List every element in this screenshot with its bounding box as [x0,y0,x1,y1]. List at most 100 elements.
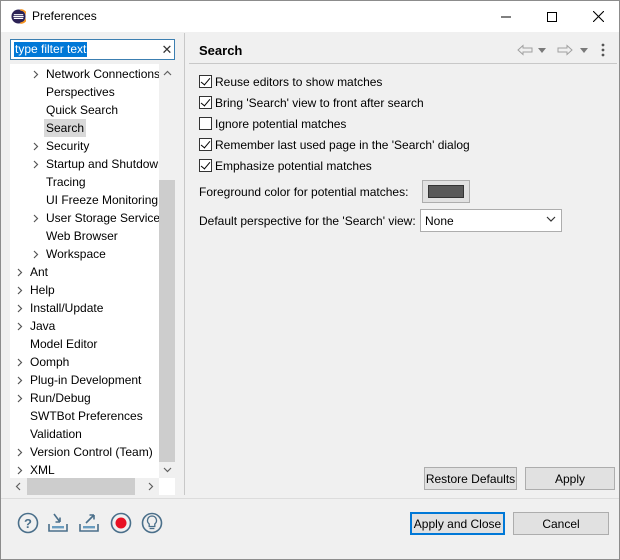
preference-tree: Network Connections Perspectives Quick Sea… [10,64,175,495]
tree-item-label: Startup and Shutdown [46,157,159,171]
emphasize-potential-checkbox[interactable] [199,159,212,172]
chevron-right-icon[interactable] [15,299,25,317]
tree-item[interactable]: SWTBot Preferences [10,407,159,425]
record-icon[interactable] [109,511,133,535]
tree-item[interactable]: Validation [10,425,159,443]
tree-item[interactable]: Help [10,281,159,299]
tree-item[interactable]: Workspace [10,245,159,263]
clear-filter-icon[interactable]: ✕ [160,41,174,58]
bring-to-front-label: Bring 'Search' view to front after searc… [215,95,424,110]
chevron-right-icon[interactable] [15,263,25,281]
reuse-editors-checkbox[interactable] [199,75,212,88]
tree-item[interactable]: Oomph [10,353,159,371]
option-ignore-potential[interactable]: Ignore potential matches [199,115,346,132]
filter-field[interactable]: type filter text ✕ [10,39,175,60]
foreground-color-button[interactable] [422,180,470,203]
apply-button[interactable]: Apply [525,467,615,490]
chevron-down-icon [546,216,556,222]
scroll-right-icon[interactable] [143,478,159,495]
option-remember-last-page[interactable]: Remember last used page in the 'Search' … [199,136,470,153]
chevron-right-icon[interactable] [15,389,25,407]
pane-divider[interactable] [184,33,185,495]
tree-item-label: Search [44,119,87,137]
chevron-right-icon[interactable] [15,461,25,478]
tree-item-label: Ant [30,265,49,279]
eclipse-icon [11,9,26,24]
tree-item-label: User Storage Service [46,211,159,225]
tree-item[interactable]: Model Editor [10,335,159,353]
back-arrow-icon[interactable] [516,41,534,59]
tree-item[interactable]: XML [10,461,159,478]
forward-dropdown-icon[interactable] [578,41,590,59]
chevron-right-icon[interactable] [15,281,25,299]
apply-and-close-button[interactable]: Apply and Close [410,512,505,535]
tree-item[interactable]: Plug-in Development [10,371,159,389]
forward-arrow-icon[interactable] [556,41,574,59]
chevron-right-icon[interactable] [31,65,41,83]
vertical-scroll-thumb[interactable] [159,180,175,462]
bring-to-front-checkbox[interactable] [199,96,212,109]
chevron-right-icon[interactable] [31,209,41,227]
help-icon[interactable]: ? [16,511,40,535]
reuse-editors-label: Reuse editors to show matches [215,74,383,89]
tree-item-label: XML [30,463,55,477]
remember-last-page-checkbox[interactable] [199,138,212,151]
tree-item[interactable]: Web Browser [10,227,159,245]
scroll-left-icon[interactable] [10,478,26,495]
tree-item[interactable]: Ant [10,263,159,281]
cancel-button[interactable]: Cancel [513,512,609,535]
tree-vertical-scrollbar[interactable] [159,64,175,478]
close-button[interactable] [575,1,620,32]
chevron-right-icon[interactable] [15,371,25,389]
tree-item[interactable]: Run/Debug [10,389,159,407]
import-icon[interactable] [46,511,70,535]
tree-item[interactable]: Startup and Shutdown [10,155,159,173]
tip-icon[interactable] [140,511,164,535]
tree-item[interactable]: Security [10,137,159,155]
tree-item-label: Web Browser [46,229,118,243]
perspective-select[interactable]: None [420,209,562,232]
tree-item[interactable]: Version Control (Team) [10,443,159,461]
tree-item[interactable]: Quick Search [10,101,159,119]
tree-item[interactable]: Network Connections [10,65,159,83]
scroll-up-icon[interactable] [159,64,175,81]
horizontal-scroll-thumb[interactable] [27,478,135,495]
chevron-right-icon[interactable] [15,317,25,335]
tree-item-label: SWTBot Preferences [30,409,143,423]
svg-text:?: ? [24,516,32,531]
tree-item[interactable]: UI Freeze Monitoring [10,191,159,209]
maximize-button[interactable] [529,1,575,32]
ignore-potential-checkbox[interactable] [199,117,212,130]
chevron-right-icon[interactable] [15,443,25,461]
chevron-right-icon[interactable] [31,245,41,263]
filter-input[interactable]: type filter text [14,42,88,57]
tree-horizontal-scrollbar[interactable] [10,478,159,495]
perspective-value: None [425,214,454,228]
title-bar: Preferences [1,1,619,32]
export-icon[interactable] [77,511,101,535]
tree-item-label: Help [30,283,55,297]
minimize-button[interactable] [483,1,529,32]
tree-item[interactable]: Java [10,317,159,335]
emphasize-potential-label: Emphasize potential matches [215,158,372,173]
chevron-right-icon[interactable] [31,155,41,173]
restore-defaults-button[interactable]: Restore Defaults [424,467,517,490]
option-reuse-editors[interactable]: Reuse editors to show matches [199,73,382,90]
chevron-right-icon[interactable] [31,137,41,155]
tree-item[interactable]: User Storage Service [10,209,159,227]
option-emphasize-potential[interactable]: Emphasize potential matches [199,157,372,174]
tree-item[interactable]: Search [10,119,159,137]
scroll-down-icon[interactable] [159,461,175,478]
tree-item[interactable]: Perspectives [10,83,159,101]
page-title: Search [199,43,243,58]
chevron-right-icon[interactable] [15,353,25,371]
tree-item[interactable]: Tracing [10,173,159,191]
option-bring-to-front[interactable]: Bring 'Search' view to front after searc… [199,94,424,111]
more-options-icon[interactable] [598,41,608,59]
tree-item-label: Run/Debug [30,391,91,405]
tree-item-label: Model Editor [30,337,98,351]
perspective-label: Default perspective for the 'Search' vie… [199,214,416,228]
tree-item[interactable]: Install/Update [10,299,159,317]
close-icon [592,11,604,22]
back-dropdown-icon[interactable] [536,41,548,59]
